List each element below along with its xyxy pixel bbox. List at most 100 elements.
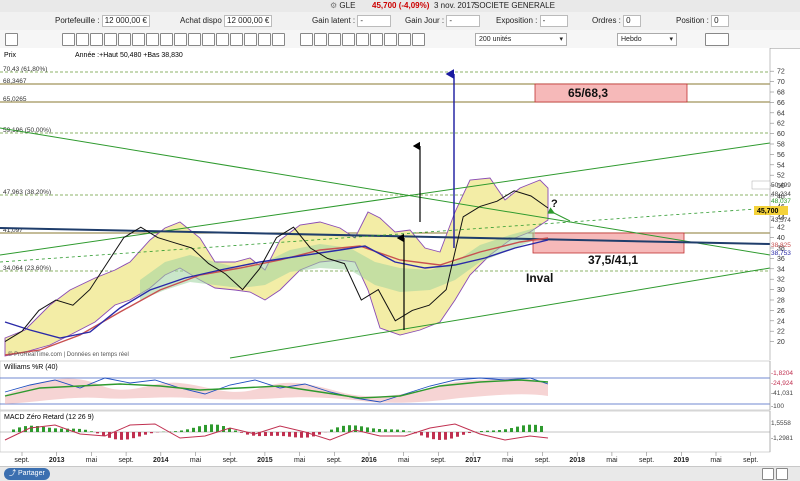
trendline-tool-icon[interactable] bbox=[90, 33, 103, 46]
price-axis-tick-label: 54 bbox=[777, 162, 785, 169]
exposition-label: Exposition : bbox=[496, 16, 537, 25]
draw-tool-icon[interactable] bbox=[244, 33, 257, 46]
fibonacci-tool-icon[interactable] bbox=[160, 33, 173, 46]
macd-bar bbox=[78, 429, 81, 432]
bottom-bar: ⤴ Partager bbox=[0, 466, 800, 481]
screener-icon[interactable] bbox=[384, 33, 397, 46]
crosshair-tool-icon[interactable] bbox=[76, 33, 89, 46]
macd-bar bbox=[390, 429, 393, 432]
hline-tool-icon[interactable] bbox=[104, 33, 117, 46]
price-axis-tick-label: 62 bbox=[777, 121, 785, 128]
units-select[interactable]: 200 unités▾ bbox=[475, 33, 567, 46]
position-label: Position : bbox=[676, 16, 709, 25]
target-zone-upper-label: 65/68,3 bbox=[568, 86, 608, 100]
williams-label-1: -1,8204 bbox=[771, 370, 793, 377]
price-panel: Prix Année :+Haut 50,480 +Bas 38,830 70,… bbox=[0, 48, 791, 360]
macd-bar bbox=[486, 431, 489, 432]
alert-icon[interactable] bbox=[398, 33, 411, 46]
macd-bar bbox=[240, 432, 243, 433]
gain-jour-value: - bbox=[446, 15, 480, 27]
trash-icon[interactable] bbox=[202, 33, 215, 46]
macd-bar bbox=[510, 428, 513, 432]
gain-latent-value: - bbox=[357, 15, 391, 27]
macd-bar bbox=[204, 425, 207, 432]
price-axis-tick-label: 26 bbox=[777, 308, 785, 315]
price-axis-tick-label: 70 bbox=[777, 79, 785, 86]
price-change: 45,700 (-4,09%) bbox=[372, 1, 429, 10]
quote-date: 3 nov. 2017 bbox=[434, 1, 475, 10]
text-tool-icon[interactable] bbox=[174, 33, 187, 46]
chart-toolbar: 200 unités▾ Hebdo▾ bbox=[0, 30, 800, 49]
time-axis-tick-label: mai bbox=[606, 457, 618, 464]
candle-type-icon[interactable] bbox=[300, 33, 313, 46]
time-axis-tick-label: mai bbox=[398, 457, 410, 464]
bell-icon[interactable]: ⚙ bbox=[330, 1, 337, 10]
exposition-value: - bbox=[540, 15, 568, 27]
williams-panel: Williams %R (40) -1,8204 -24,924 -41,031… bbox=[0, 361, 793, 410]
target-zone-upper[interactable] bbox=[535, 84, 687, 102]
strategy-icon[interactable] bbox=[705, 33, 729, 46]
chart-area[interactable]: Prix Année :+Haut 50,480 +Bas 38,830 70,… bbox=[0, 48, 800, 466]
achat-value: 12 000,00 € bbox=[224, 15, 272, 27]
achat-label: Achat dispo bbox=[180, 16, 222, 25]
macd-bar bbox=[192, 428, 195, 432]
line-type-icon[interactable] bbox=[328, 33, 341, 46]
time-axis-tick-label: sept. bbox=[743, 457, 758, 464]
cursor-tool-icon[interactable] bbox=[62, 33, 75, 46]
ruler-icon[interactable] bbox=[412, 33, 425, 46]
macd-bar bbox=[522, 425, 525, 432]
macd-bar bbox=[372, 428, 375, 432]
price-panel-legend: Année :+Haut 50,480 +Bas 38,830 bbox=[75, 52, 183, 59]
macd-bar bbox=[540, 426, 543, 432]
price-axis-tick-label: 30 bbox=[777, 287, 785, 294]
macd-bar bbox=[132, 432, 135, 438]
macd-bar bbox=[300, 432, 303, 438]
zoom-out-icon[interactable] bbox=[762, 468, 774, 480]
macd-bar bbox=[420, 432, 423, 435]
settings-tool-icon[interactable] bbox=[258, 33, 271, 46]
rectangle-tool-icon[interactable] bbox=[132, 33, 145, 46]
vline-tool-icon[interactable] bbox=[118, 33, 131, 46]
time-axis-tick-label: 2017 bbox=[465, 457, 481, 464]
macd-label-2: -1,2981 bbox=[771, 435, 793, 442]
bar-type-icon[interactable] bbox=[314, 33, 327, 46]
macd-bar bbox=[234, 430, 237, 432]
williams-label-4: -100 bbox=[771, 403, 784, 410]
time-axis-tick-label: 2019 bbox=[674, 457, 690, 464]
time-axis-tick-label: sept. bbox=[327, 457, 342, 464]
account-info-bar: Portefeuille : 12 000,00 € Achat dispo 1… bbox=[0, 12, 800, 31]
instrument-code[interactable]: ⚙ GLE bbox=[330, 1, 355, 10]
ordres-value: 0 bbox=[623, 15, 641, 27]
fib-label-7: 34,064 (23,60%) bbox=[3, 265, 51, 272]
arrow-tool-icon[interactable] bbox=[188, 33, 201, 46]
macd-bar bbox=[42, 427, 45, 432]
macd-bar bbox=[120, 432, 123, 440]
channel-tool-icon[interactable] bbox=[146, 33, 159, 46]
compare-icon[interactable] bbox=[370, 33, 383, 46]
fib-label-5: 47,963 (38,20%) bbox=[3, 189, 51, 196]
indicator-icon[interactable] bbox=[356, 33, 369, 46]
zoom-tool-icon[interactable] bbox=[216, 33, 229, 46]
time-axis-tick-label: 2014 bbox=[153, 457, 169, 464]
time-axis-tick-label: mai bbox=[294, 457, 306, 464]
macd-bar bbox=[444, 432, 447, 440]
support-zone[interactable] bbox=[533, 233, 684, 253]
price-axis-tick-label: 22 bbox=[777, 329, 785, 336]
prix-tab-icon[interactable] bbox=[5, 33, 18, 46]
zoom-in-icon[interactable] bbox=[776, 468, 788, 480]
macd-bar bbox=[480, 431, 483, 432]
area-type-icon[interactable] bbox=[342, 33, 355, 46]
share-button[interactable]: ⤴ Partager bbox=[4, 468, 50, 480]
williams-title: Williams %R (40) bbox=[4, 364, 58, 371]
time-axis-tick-label: sept. bbox=[535, 457, 550, 464]
macd-title: MACD Zéro Retard (12 26 9) bbox=[4, 414, 94, 421]
time-axis-tick-label: 2013 bbox=[49, 457, 65, 464]
macd-bar bbox=[468, 432, 471, 433]
price-axis-tick-label: 34 bbox=[777, 266, 785, 273]
macd-bar bbox=[336, 427, 339, 432]
macd-bar bbox=[408, 431, 411, 432]
period-select[interactable]: Hebdo▾ bbox=[617, 33, 677, 46]
lock-tool-icon[interactable] bbox=[272, 33, 285, 46]
eraser-tool-icon[interactable] bbox=[230, 33, 243, 46]
macd-bar bbox=[282, 432, 285, 436]
